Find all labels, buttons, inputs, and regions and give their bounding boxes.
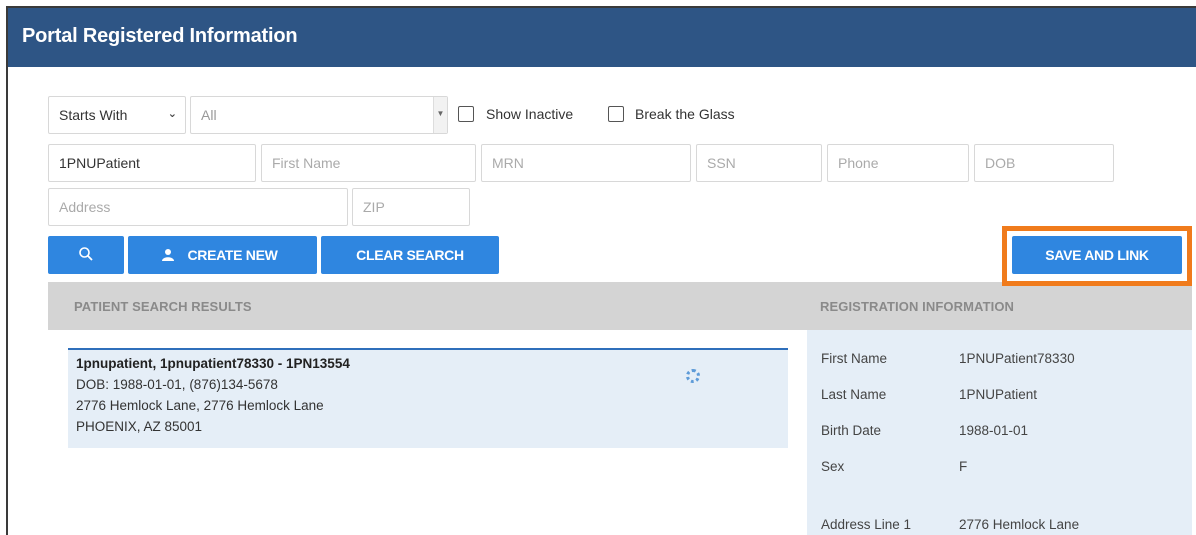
gear-icon[interactable] <box>686 369 700 383</box>
create-new-button[interactable]: CREATE NEW <box>128 236 317 274</box>
search-result-item[interactable]: 1pnupatient, 1pnupatient78330 - 1PN13554… <box>68 348 788 448</box>
show-inactive-checkbox[interactable] <box>458 106 474 122</box>
break-the-glass-checkbox[interactable] <box>608 106 624 122</box>
dob-field[interactable]: DOB <box>974 144 1114 182</box>
break-the-glass-label: Break the Glass <box>635 106 735 122</box>
search-type-select[interactable]: All ▼ <box>190 96 448 134</box>
save-and-link-highlight <box>1002 226 1192 286</box>
result-dob-phone: DOB: 1988-01-01, (876)134-5678 <box>76 377 278 392</box>
chevron-down-icon: ⌄ <box>167 108 177 120</box>
mrn-field[interactable]: MRN <box>481 144 691 182</box>
reg-label: Address Line 1 <box>821 517 912 532</box>
search-icon <box>79 247 93 261</box>
result-address: 2776 Hemlock Lane, 2776 Hemlock Lane <box>76 398 324 413</box>
ssn-field[interactable]: SSN <box>696 144 822 182</box>
reg-value: 1988-01-01 <box>959 423 1029 438</box>
portal-window: Portal Registered Information Starts Wit… <box>6 6 1196 535</box>
page-title: Portal Registered Information <box>22 25 298 47</box>
phone-field[interactable]: Phone <box>827 144 969 182</box>
create-new-label: CREATE NEW <box>187 247 278 263</box>
reg-value: F <box>959 459 968 474</box>
title-bar: Portal Registered Information <box>8 8 1196 67</box>
last-name-field[interactable]: 1PNUPatient <box>48 144 256 182</box>
section-header-bar: PATIENT SEARCH RESULTS REGISTRATION INFO… <box>48 282 1192 330</box>
reg-label: Sex <box>821 459 845 474</box>
reg-label: Last Name <box>821 387 887 402</box>
reg-value: 1PNUPatient78330 <box>959 351 1075 366</box>
dropdown-caret-icon: ▼ <box>433 97 447 133</box>
clear-search-label: CLEAR SEARCH <box>356 247 464 263</box>
registration-info-panel: First Name 1PNUPatient78330 Last Name 1P… <box>807 330 1192 535</box>
reg-label: First Name <box>821 351 888 366</box>
search-button[interactable] <box>48 236 124 274</box>
address-field[interactable]: Address <box>48 188 348 226</box>
search-type-value: All <box>201 107 217 123</box>
first-name-field[interactable]: First Name <box>261 144 476 182</box>
clear-search-button[interactable]: CLEAR SEARCH <box>321 236 499 274</box>
zip-field[interactable]: ZIP <box>352 188 470 226</box>
registration-information-heading: REGISTRATION INFORMATION <box>820 299 1015 314</box>
reg-value: 2776 Hemlock Lane <box>959 517 1080 532</box>
result-city: PHOENIX, AZ 85001 <box>76 419 203 434</box>
show-inactive-label: Show Inactive <box>486 106 574 122</box>
search-mode-select[interactable]: Starts With ⌄ <box>48 96 186 134</box>
reg-label: Birth Date <box>821 423 882 438</box>
result-patient-name: 1pnupatient, 1pnupatient78330 - 1PN13554 <box>76 356 350 371</box>
search-mode-value: Starts With <box>59 107 128 123</box>
patient-search-results-heading: PATIENT SEARCH RESULTS <box>74 299 252 314</box>
reg-value: 1PNUPatient <box>959 387 1038 402</box>
